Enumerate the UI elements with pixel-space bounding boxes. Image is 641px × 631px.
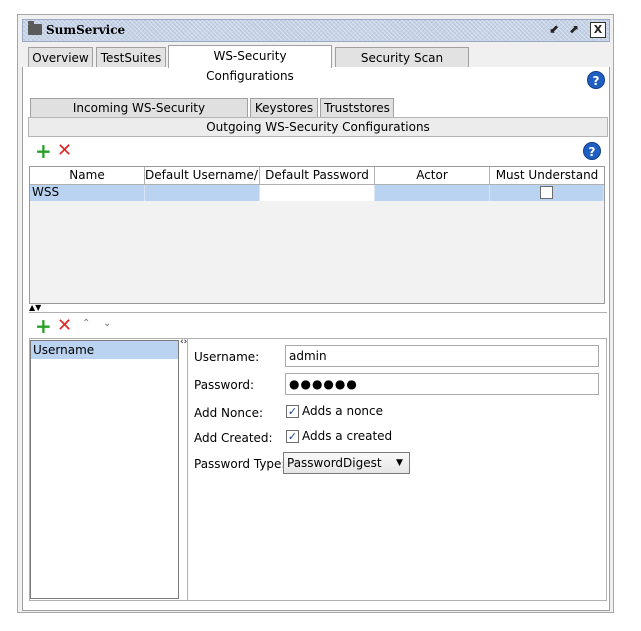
column-header-actor[interactable]: Actor (375, 167, 490, 185)
remove-configuration-button[interactable]: ✕ (57, 142, 72, 160)
password-label: Password: (194, 378, 255, 392)
chevron-down-icon[interactable]: ▼ (396, 459, 403, 468)
password-field[interactable]: ●●●●●● (285, 373, 599, 395)
subtab-keystores[interactable]: Keystores (250, 98, 318, 117)
add-nonce-label: Add Nonce: (194, 406, 263, 420)
username-field[interactable]: admin (285, 345, 599, 367)
move-up-icon[interactable]: ⌃ (82, 318, 90, 329)
help-icon[interactable]: ? (587, 71, 605, 89)
table-row-name-cell[interactable]: WSS (30, 185, 145, 201)
move-down-icon[interactable]: ⌄ (103, 318, 111, 329)
column-header-default-password[interactable]: Default Password (260, 167, 375, 185)
must-understand-checkbox[interactable] (540, 186, 553, 199)
splitter-handle[interactable]: ▲▼ (29, 304, 607, 313)
table-row-actor-cell[interactable] (375, 185, 490, 201)
column-header-default-username[interactable]: Default Username/... (145, 167, 260, 185)
maximize-icon[interactable]: ⬈ (566, 22, 582, 38)
username-label: Username: (194, 350, 260, 364)
subtab-truststores[interactable]: Truststores (320, 98, 394, 117)
add-created-text[interactable]: Adds a created (302, 428, 392, 444)
list-item[interactable]: Username (31, 341, 178, 359)
add-nonce-text[interactable]: Adds a nonce (302, 403, 383, 419)
tab-security-scan-defaults[interactable]: Security Scan Defaults (335, 47, 469, 85)
add-nonce-checkbox[interactable]: ✓ (286, 405, 299, 418)
entry-list[interactable] (30, 340, 179, 599)
add-created-checkbox[interactable]: ✓ (286, 430, 299, 443)
add-entry-button[interactable]: + (35, 316, 52, 336)
password-type-label: Password Type: (194, 457, 286, 471)
pane-divider[interactable]: ‹› (180, 338, 188, 601)
window-title: SumService (46, 23, 126, 37)
add-configuration-button[interactable]: + (35, 141, 52, 161)
password-type-select[interactable]: PasswordDigest (283, 452, 410, 474)
outgoing-section-title: Outgoing WS-Security Configurations (28, 117, 608, 137)
column-header-name[interactable]: Name (30, 167, 145, 185)
tab-overview[interactable]: Overview (28, 47, 93, 68)
close-button[interactable]: X (590, 22, 606, 38)
table-row-username-cell[interactable] (145, 185, 260, 201)
table-row-password-cell[interactable] (260, 185, 375, 201)
column-header-must-understand[interactable]: Must Understand (490, 167, 604, 185)
tab-ws-security-configurations[interactable]: WS-Security Configurations (168, 45, 332, 83)
remove-entry-button[interactable]: ✕ (57, 317, 72, 335)
tab-testsuites[interactable]: TestSuites (96, 47, 166, 68)
add-created-label: Add Created: (194, 431, 273, 445)
folder-icon (28, 21, 42, 35)
restore-icon[interactable]: ⬋ (546, 22, 562, 38)
help-icon[interactable]: ? (583, 142, 601, 160)
subtab-incoming[interactable]: Incoming WS-Security Configurations (30, 98, 248, 133)
